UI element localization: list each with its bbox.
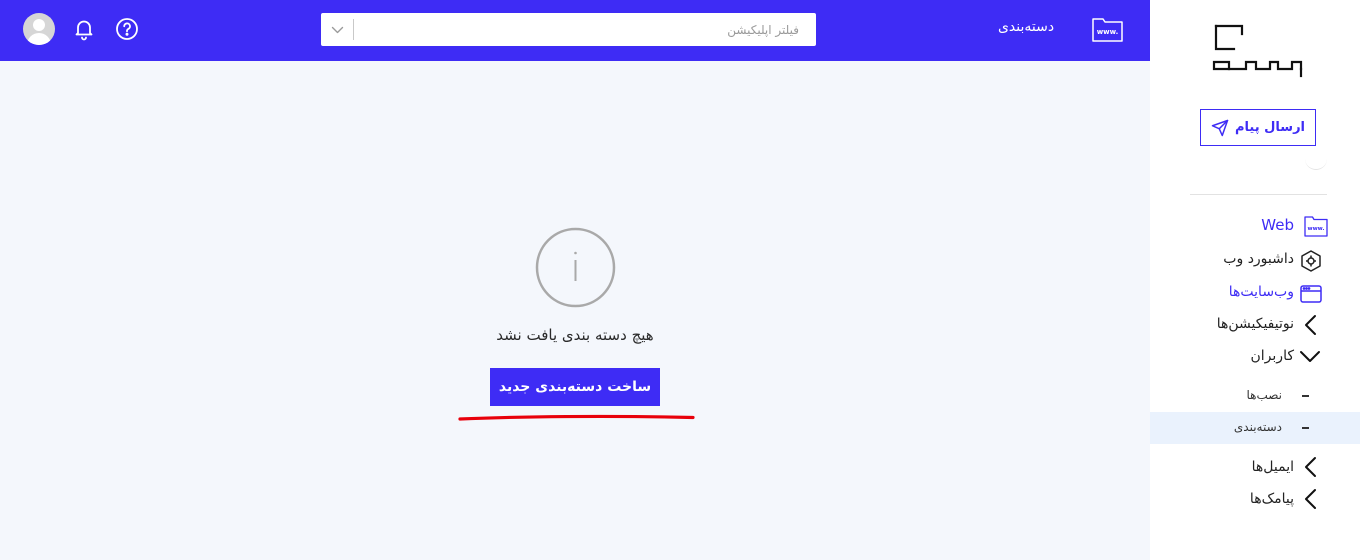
search-separator xyxy=(353,19,354,40)
www-folder-icon: www. xyxy=(1092,18,1123,42)
info-icon xyxy=(535,227,616,308)
chevron-left-icon[interactable] xyxy=(1299,455,1323,479)
send-icon xyxy=(1211,119,1229,136)
chevron-left-icon[interactable] xyxy=(1299,313,1323,337)
annotation-underline xyxy=(458,414,695,421)
chevron-down-icon[interactable] xyxy=(1298,344,1322,368)
sidebar-subitem-installs[interactable]: نصب‌ها xyxy=(1246,388,1282,402)
chevron-left-icon[interactable] xyxy=(1299,487,1323,511)
svg-text:www.: www. xyxy=(1097,28,1119,36)
sidebar-divider xyxy=(1190,194,1327,195)
avatar-shoulders xyxy=(27,33,51,45)
sidebar-item-notifications[interactable]: نوتیفیکیشن‌ها xyxy=(1217,316,1294,332)
dashboard-icon xyxy=(1301,250,1321,272)
subitem-dash xyxy=(1302,395,1309,397)
app-filter-search xyxy=(321,13,816,46)
chevron-down-icon[interactable] xyxy=(321,13,354,46)
sidebar-group-web[interactable]: Web xyxy=(1261,216,1294,234)
sidebar-item-users[interactable]: کاربران xyxy=(1251,348,1294,364)
sidebar: ارسال پیام Web www. داشبورد وب وب‌سایت‌ه… xyxy=(1150,0,1360,560)
app-filter-input[interactable] xyxy=(361,13,811,46)
svg-text:www.: www. xyxy=(1308,226,1325,232)
subitem-dash xyxy=(1302,427,1309,429)
sidebar-item-sms[interactable]: پیامک‌ها xyxy=(1250,491,1294,507)
bell-icon[interactable] xyxy=(72,17,96,41)
send-message-button[interactable]: ارسال پیام xyxy=(1200,109,1316,146)
browser-window-icon xyxy=(1300,285,1322,303)
sidebar-item-websites[interactable]: وب‌سایت‌ها xyxy=(1229,284,1294,300)
top-header: دسته‌بندی www. xyxy=(0,0,1150,61)
brand-logo xyxy=(1212,24,1303,78)
create-category-button[interactable]: ساخت دسته‌بندی جدید xyxy=(490,368,660,406)
page-title: دسته‌بندی xyxy=(997,19,1055,35)
empty-state-message: هیچ دسته بندی یافت نشد xyxy=(496,326,654,344)
send-message-label: ارسال پیام xyxy=(1235,120,1306,135)
sidebar-subitem-categories[interactable]: دسته‌بندی xyxy=(1234,420,1282,434)
sidebar-item-emails[interactable]: ایمیل‌ها xyxy=(1252,459,1294,475)
sidebar-item-web-dashboard[interactable]: داشبورد وب xyxy=(1223,251,1294,267)
user-avatar[interactable] xyxy=(23,13,55,45)
help-icon[interactable] xyxy=(115,17,139,41)
avatar-head xyxy=(33,19,45,31)
collapse-handle xyxy=(1305,158,1327,170)
www-folder-icon: www. xyxy=(1304,216,1328,237)
